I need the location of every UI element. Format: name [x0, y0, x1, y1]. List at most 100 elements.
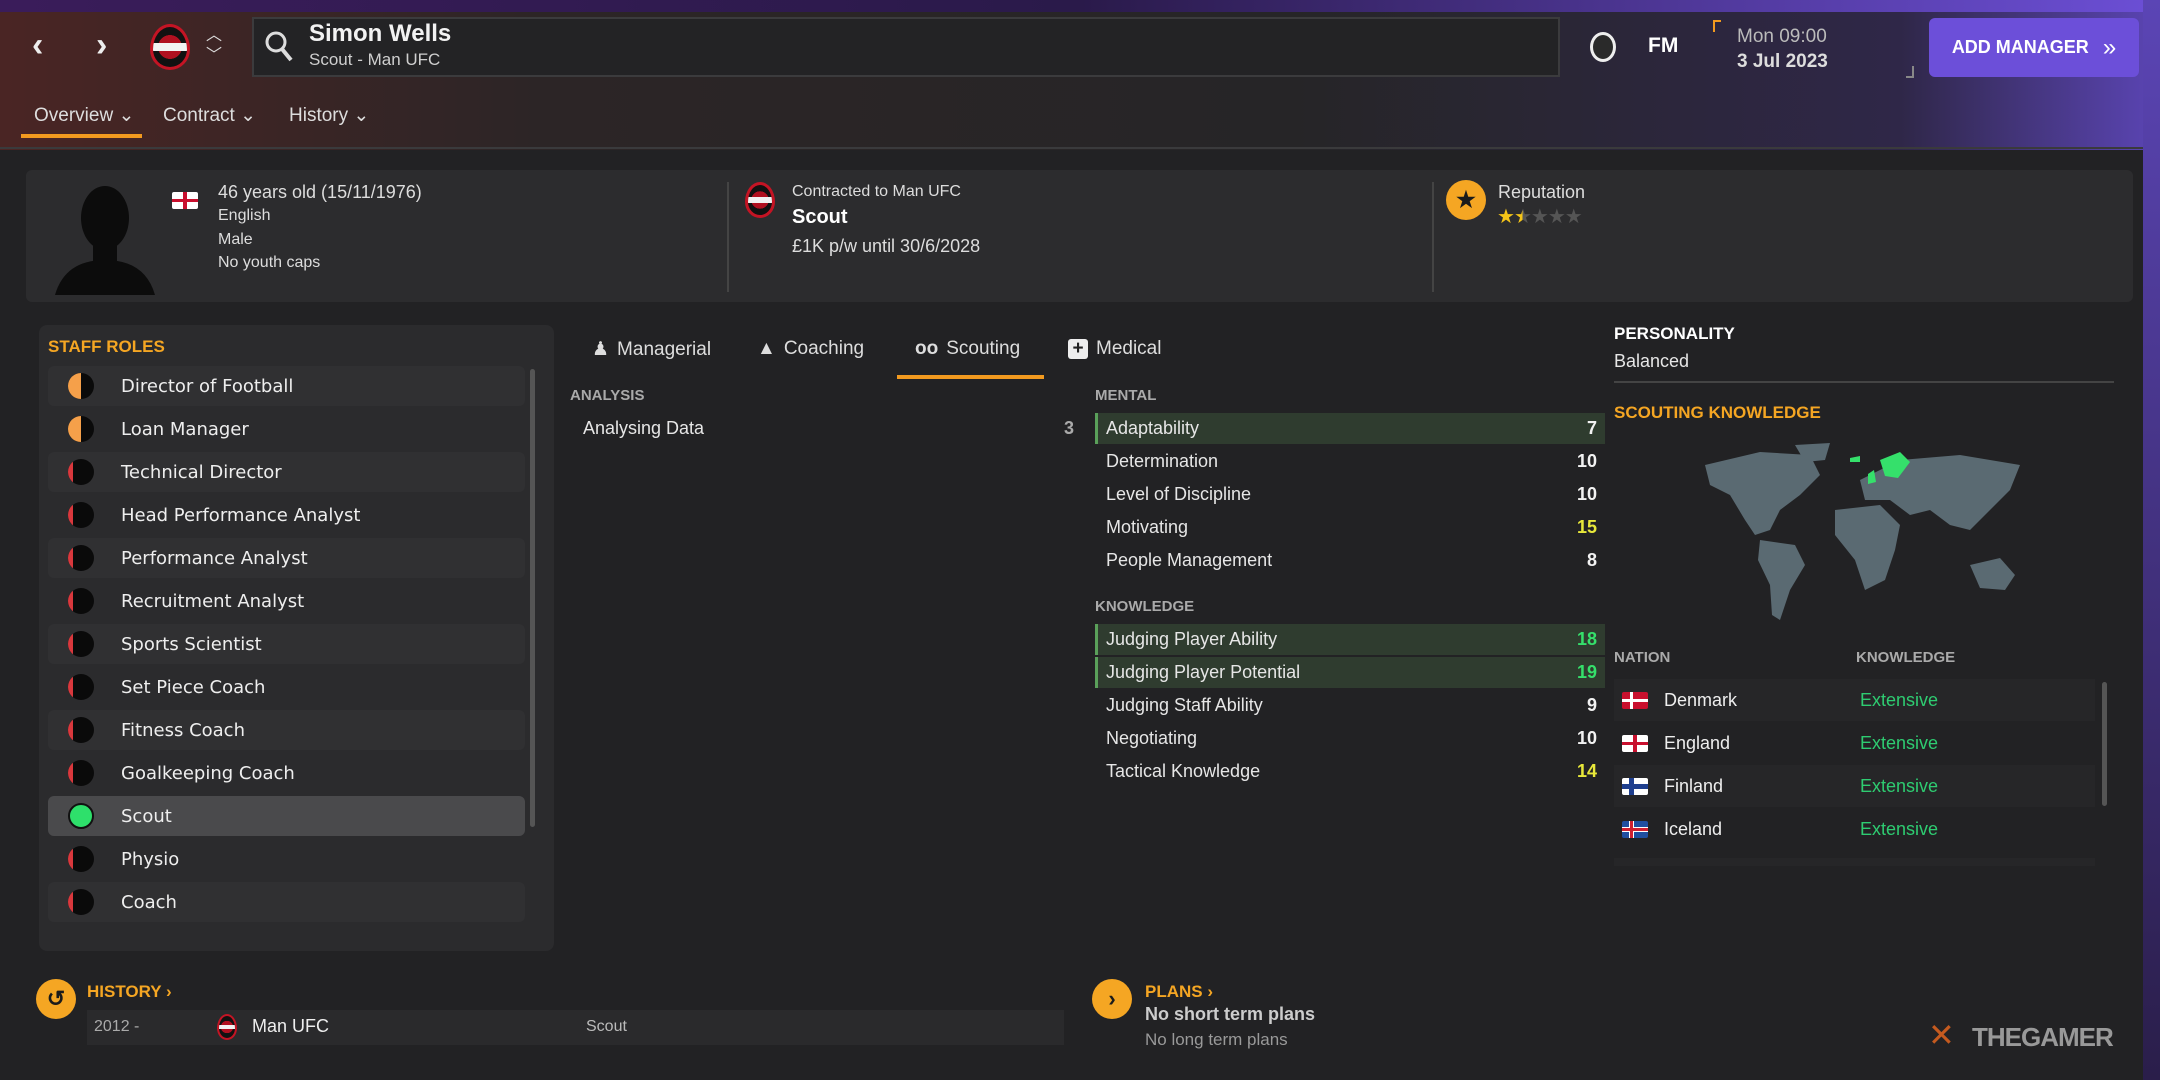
red-suitability-icon — [68, 502, 94, 528]
role-item[interactable]: Director of Football — [48, 366, 525, 406]
attribute-value: 19 — [1576, 662, 1597, 682]
attribute-value: 18 — [1576, 629, 1597, 649]
game-date[interactable]: 3 Jul 2023 — [1737, 51, 1828, 73]
add-manager-label: ADD MANAGER — [1951, 37, 2089, 57]
club-crest-icon[interactable] — [150, 24, 190, 70]
globe-icon[interactable] — [1590, 32, 1616, 62]
attribute-value: 15 — [1576, 517, 1597, 537]
double-chevron-icon: » — [2102, 33, 2117, 61]
nation-name: Denmark — [1664, 689, 1738, 710]
staff-roles-title: STAFF ROLES — [48, 337, 165, 356]
roles-scrollbar[interactable] — [530, 369, 535, 827]
chevron-up-icon[interactable]: ︿ — [206, 26, 222, 46]
suitability-fill — [68, 674, 73, 700]
history-club[interactable]: Man UFC — [252, 1016, 329, 1037]
tab-scouting[interactable]: oo Scouting — [915, 338, 1020, 360]
tab-managerial[interactable]: ♟ Managerial — [592, 338, 711, 361]
nation-row[interactable]: Iceland Extensive — [1614, 808, 2095, 850]
nations-scrollbar[interactable] — [2102, 682, 2107, 806]
role-item[interactable]: Loan Manager — [48, 409, 525, 449]
red-suitability-icon — [68, 674, 94, 700]
role-item[interactable]: Scout — [48, 796, 525, 836]
mental-heading: MENTAL — [1095, 387, 1157, 404]
attribute-label: Determination — [1106, 451, 1219, 471]
role-label: Physio — [121, 848, 180, 870]
nation-row[interactable]: Denmark Extensive — [1614, 679, 2095, 721]
avatar — [55, 186, 155, 295]
suitability-fill — [68, 717, 73, 743]
tab-medical[interactable]: + Medical — [1068, 338, 1161, 360]
map-africa — [1835, 505, 1900, 590]
suitability-fill — [68, 502, 73, 528]
role-item[interactable]: Head Performance Analyst — [48, 495, 525, 535]
youth-caps: No youth caps — [218, 254, 321, 271]
add-manager-button[interactable]: ADD MANAGER » — [1929, 18, 2139, 77]
tab-history[interactable]: History ⌄ — [289, 104, 369, 127]
separator — [1432, 182, 1434, 292]
chevron-right-icon[interactable]: › — [1092, 979, 1132, 1019]
gender: Male — [218, 231, 253, 248]
attribute-row: Adaptability 7 — [1095, 413, 1605, 444]
attribute-label: Level of Discipline — [1106, 484, 1252, 504]
attribute-value: 9 — [1586, 695, 1597, 715]
club-crest-icon[interactable] — [745, 182, 775, 218]
history-years: 2012 - — [94, 1018, 140, 1035]
forward-button[interactable]: › — [96, 26, 107, 65]
role-label: Fitness Coach — [121, 719, 245, 741]
attribute-value: 3 — [1063, 418, 1074, 438]
contracted-to[interactable]: Contracted to Man UFC — [792, 183, 961, 201]
red-suitability-icon — [68, 545, 94, 571]
attribute-label: Judging Staff Ability — [1106, 695, 1263, 715]
reputation-star-icon: ★ — [1547, 206, 1566, 228]
map-australia — [1970, 558, 2015, 590]
attribute-row: Motivating 15 — [1095, 512, 1605, 543]
suitability-fill — [68, 760, 73, 786]
nationality: English — [218, 207, 271, 224]
role-item[interactable]: Physio — [48, 839, 525, 879]
fm-menu-button[interactable]: FM — [1648, 34, 1678, 58]
role-label: Coach — [121, 891, 177, 913]
nation-row[interactable]: Finland Extensive — [1614, 765, 2095, 807]
short-term-plans: No short term plans — [1145, 1004, 1316, 1024]
tab-coaching[interactable]: ▲ Coaching — [757, 338, 864, 360]
role-item[interactable]: Set Piece Coach — [48, 667, 525, 707]
nation-row[interactable]: England Extensive — [1614, 722, 2095, 764]
nation-column-header[interactable]: NATION — [1614, 649, 1670, 666]
role-label: Sports Scientist — [121, 633, 262, 655]
knowledge-column-header[interactable]: KNOWLEDGE — [1856, 649, 1955, 666]
nation-name: Finland — [1664, 775, 1724, 796]
back-button[interactable]: ‹ — [32, 26, 43, 65]
history-role: Scout — [586, 1018, 627, 1035]
active-tab-indicator — [897, 375, 1044, 379]
analysis-heading: ANALYSIS — [570, 387, 645, 404]
star-icon: ★ — [1446, 180, 1486, 220]
role-item[interactable]: Performance Analyst — [48, 538, 525, 578]
tab-label: Medical — [1096, 338, 1162, 359]
tab-overview[interactable]: Overview ⌄ — [34, 104, 134, 127]
role-item[interactable]: Recruitment Analyst — [48, 581, 525, 621]
role-item[interactable]: Coach — [48, 882, 525, 922]
search-icon[interactable] — [264, 30, 294, 64]
role-item[interactable]: Fitness Coach — [48, 710, 525, 750]
prev-next-arrows[interactable]: ︿ ﹀ — [206, 26, 222, 66]
attribute-row: Negotiating 10 — [1095, 723, 1605, 754]
attribute-row: Determination 10 — [1095, 446, 1605, 477]
history-icon[interactable]: ↺ — [36, 979, 76, 1019]
attribute-value: 10 — [1576, 728, 1597, 748]
reputation-star-icon: ★ — [1513, 206, 1532, 228]
plans-heading[interactable]: PLANS › — [1145, 982, 1213, 1002]
role-label: Technical Director — [121, 461, 282, 483]
role-label: Goalkeeping Coach — [121, 762, 295, 784]
chevron-down-icon[interactable]: ﹀ — [206, 46, 222, 66]
history-heading[interactable]: HISTORY › — [87, 982, 172, 1002]
thegamer-logo-icon: ✕ — [1928, 1017, 1955, 1053]
staff-name: Simon Wells — [309, 20, 452, 47]
role-item[interactable]: Sports Scientist — [48, 624, 525, 664]
reputation-star-icon: ★ — [1530, 206, 1549, 228]
role-item[interactable]: Goalkeeping Coach — [48, 753, 525, 793]
tab-contract[interactable]: Contract ⌄ — [163, 104, 256, 127]
attribute-label: Adaptability — [1106, 418, 1200, 438]
world-knowledge-map — [1705, 443, 2020, 620]
role-item[interactable]: Technical Director — [48, 452, 525, 492]
attribute-row: Level of Discipline 10 — [1095, 479, 1605, 510]
